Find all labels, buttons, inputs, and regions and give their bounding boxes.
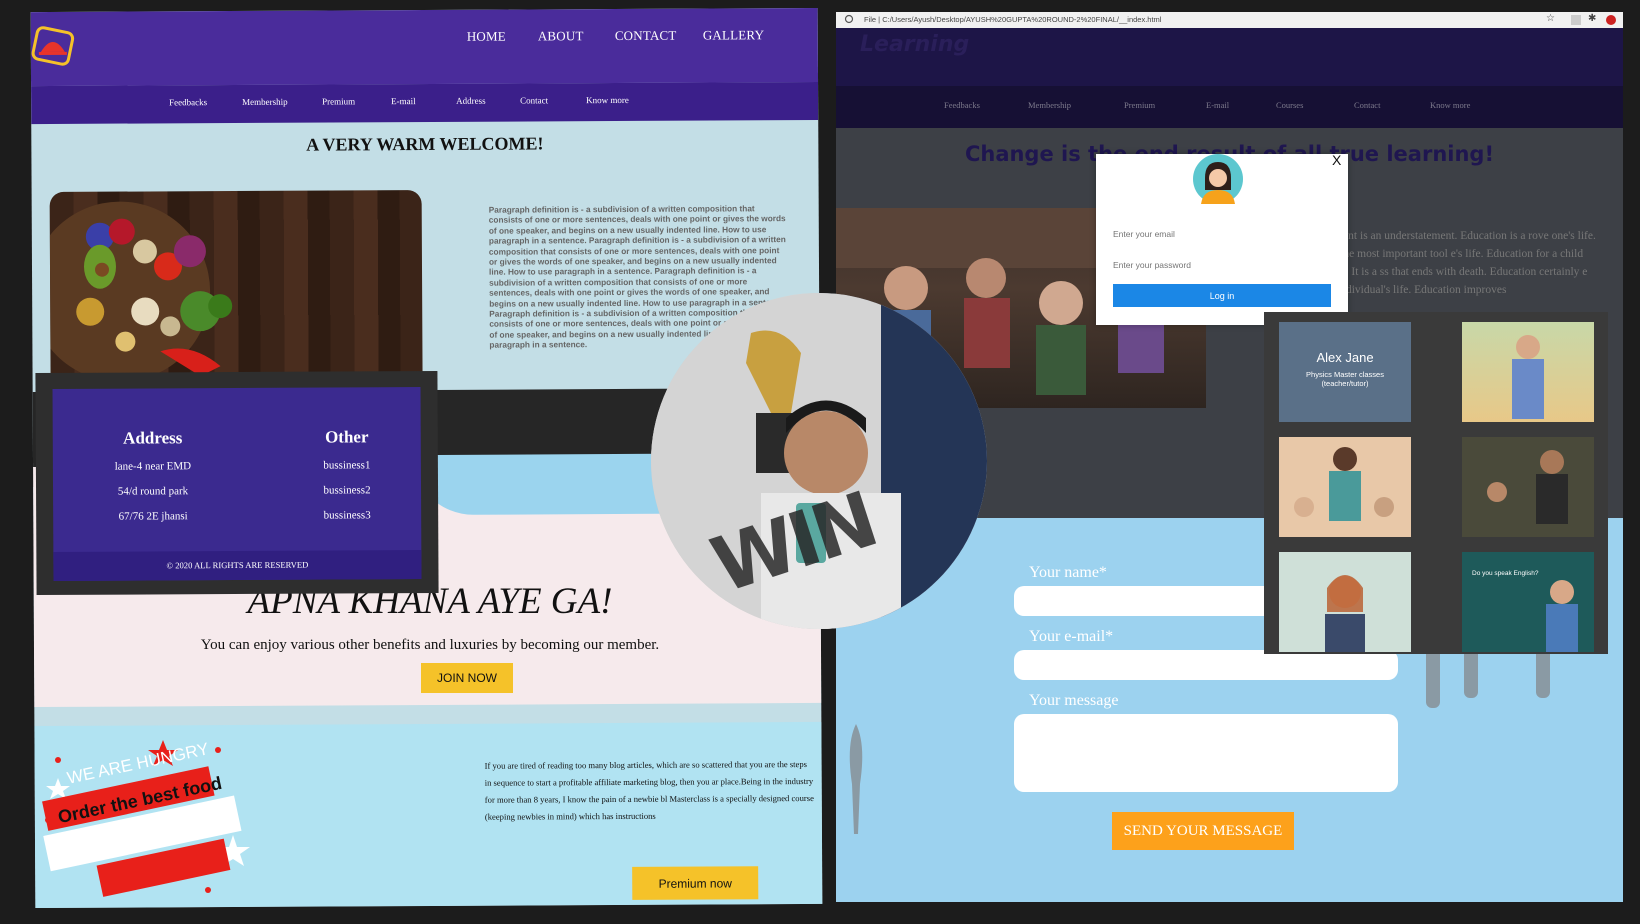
nav-home[interactable]: HOME <box>467 29 506 45</box>
right-subnav: Feedbacks Membership Premium E-mail Cour… <box>836 86 1623 128</box>
send-message-button[interactable]: SEND YOUR MESSAGE <box>1112 812 1294 850</box>
food-cloche-logo-icon[interactable] <box>31 26 75 66</box>
footer: Address lane-4 near EMD 54/d round park … <box>52 387 422 581</box>
welcome-heading: A VERY WARM WELCOME! <box>306 133 544 155</box>
puzzle-icon[interactable]: ✱ <box>1588 13 1596 24</box>
gallery-tile[interactable]: Do you speak English? <box>1462 552 1594 652</box>
user-avatar-icon <box>1193 154 1243 204</box>
browser-url[interactable]: File | C:/Users/Ayush/Desktop/AYUSH%20GU… <box>864 15 1161 24</box>
login-email-input[interactable] <box>1111 222 1325 246</box>
food-bowl-image <box>49 190 423 392</box>
subnav-courses[interactable]: Courses <box>1276 100 1303 110</box>
footer-address-line: lane-4 near EMD <box>114 460 192 473</box>
right-header: Learning <box>836 28 1623 86</box>
knife-decoration-icon <box>846 724 866 834</box>
gallery-tile[interactable] <box>1462 322 1594 422</box>
footer-other-title: Other <box>324 427 369 447</box>
footer-other-link[interactable]: bussiness3 <box>277 509 417 522</box>
close-icon[interactable]: X <box>1332 152 1341 168</box>
footer-address-title: Address <box>123 428 183 448</box>
tile-chalkboard-text: Do you speak English? <box>1472 570 1539 577</box>
email-label: Your e-mail* <box>1029 628 1114 645</box>
subnav-know-more[interactable]: Know more <box>1430 100 1470 110</box>
trophy-winner-photo: WIN <box>651 293 987 629</box>
nav-contact[interactable]: CONTACT <box>615 28 677 44</box>
nav-gallery[interactable]: GALLERY <box>703 27 764 43</box>
subnav-membership[interactable]: Membership <box>242 97 288 107</box>
login-password-input[interactable] <box>1111 253 1325 277</box>
bookmark-star-icon[interactable]: ☆ <box>1546 13 1555 24</box>
subnav-email[interactable]: E-mail <box>1206 100 1229 110</box>
subnav-feedbacks[interactable]: Feedbacks <box>944 100 980 110</box>
hungry-order-badge: WE ARE HUNGRY Order the best food NOW <box>28 739 258 900</box>
name-label: Your name* <box>1029 564 1107 581</box>
profile-avatar-icon[interactable] <box>1606 15 1616 25</box>
extension-icon[interactable] <box>1571 15 1581 25</box>
message-textarea[interactable] <box>1014 714 1398 792</box>
hero-subtitle: You can enjoy various other benefits and… <box>200 637 660 653</box>
login-modal: X Log in <box>1096 152 1348 325</box>
premium-now-button[interactable]: Premium now <box>632 866 759 900</box>
browser-address-bar: File | C:/Users/Ayush/Desktop/AYUSH%20GU… <box>836 12 1623 28</box>
subnav-membership[interactable]: Membership <box>1028 100 1071 110</box>
subnav-email[interactable]: E-mail <box>391 96 416 106</box>
copyright-text: © 2020 ALL RIGHTS ARE RESERVED <box>53 550 422 581</box>
join-now-button[interactable]: JOIN NOW <box>421 663 513 693</box>
subnav-premium[interactable]: Premium <box>322 96 355 106</box>
footer-address-line: 67/76 2E jhansi <box>118 510 188 523</box>
brand-logo[interactable]: Learning <box>860 32 969 57</box>
footer-other-link[interactable]: bussiness1 <box>277 459 417 472</box>
left-header: HOME ABOUT CONTACT GALLERY <box>30 7 819 87</box>
tile-teacher-name: Alex Jane <box>1316 350 1374 365</box>
message-label: Your message <box>1029 692 1119 709</box>
gallery-tile[interactable]: Alex Jane Physics Master classes (teache… <box>1279 322 1411 422</box>
subnav-know-more[interactable]: Know more <box>586 95 629 105</box>
left-subnav: Feedbacks Membership Premium E-mail Addr… <box>31 81 819 125</box>
gallery-tile[interactable] <box>1279 437 1411 537</box>
gallery-tile[interactable] <box>1279 552 1411 652</box>
subnav-premium[interactable]: Premium <box>1124 100 1155 110</box>
subnav-address[interactable]: Address <box>456 96 486 106</box>
footer-address-line: 54/d round park <box>117 485 189 498</box>
subnav-contact[interactable]: Contact <box>520 95 548 105</box>
gallery-tile[interactable] <box>1462 437 1594 537</box>
blog-paragraph: If you are tired of reading too many blo… <box>484 759 814 822</box>
subnav-contact[interactable]: Contact <box>1354 100 1380 110</box>
nav-about[interactable]: ABOUT <box>538 28 584 44</box>
footer-other-link[interactable]: bussiness2 <box>277 484 417 497</box>
teacher-gallery: Alex Jane Physics Master classes (teache… <box>1264 312 1608 654</box>
tile-teacher-sub: Physics Master classes (teacher/tutor) <box>1306 370 1384 388</box>
footer-card: Address lane-4 near EMD 54/d round park … <box>35 370 439 596</box>
subnav-feedbacks[interactable]: Feedbacks <box>169 97 207 107</box>
reload-icon[interactable] <box>844 14 854 24</box>
email-input[interactable] <box>1014 650 1398 680</box>
log-in-button[interactable]: Log in <box>1113 284 1331 307</box>
